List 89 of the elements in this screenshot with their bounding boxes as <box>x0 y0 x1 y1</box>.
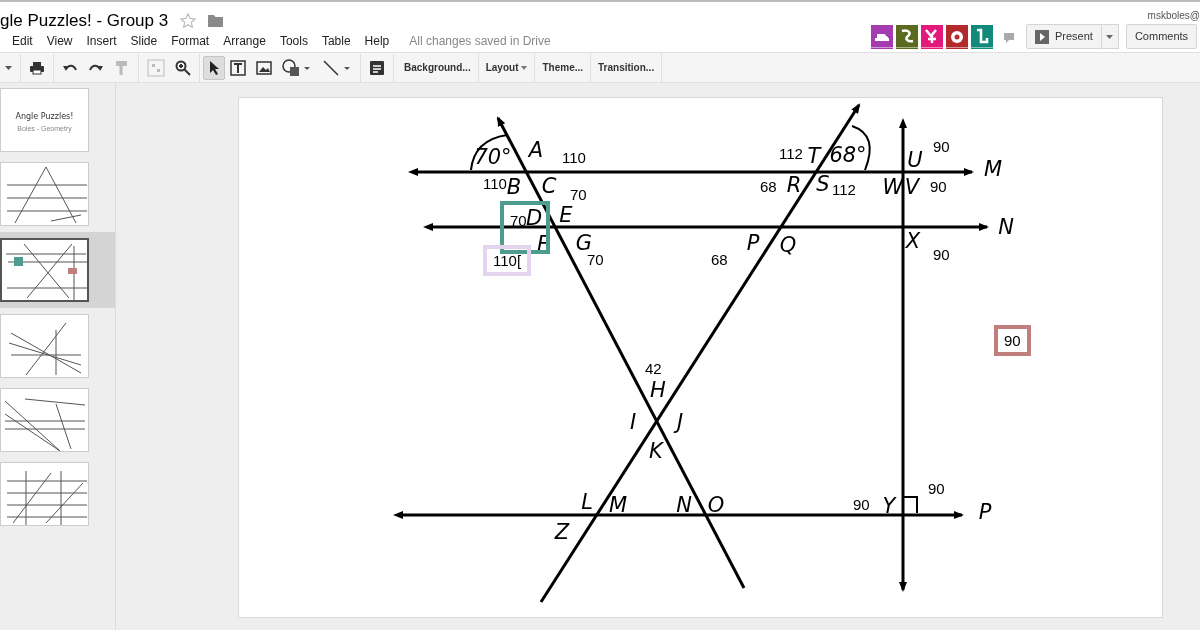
present-menu-button[interactable] <box>1101 24 1119 49</box>
menu-item[interactable]: Tools <box>279 32 308 50</box>
menu-item[interactable]: Help <box>364 32 390 50</box>
folder-icon[interactable] <box>208 14 224 28</box>
menu-item[interactable]: Insert <box>86 32 117 50</box>
handwritten-label: R <box>786 174 802 196</box>
menu-item[interactable]: Slide <box>130 32 158 50</box>
paint-roller-icon <box>114 59 130 76</box>
handwritten-label: X <box>905 230 921 252</box>
angle-value: 90 <box>933 139 950 154</box>
angle-value: 112 <box>779 146 803 161</box>
angle-value: 90 <box>928 481 945 496</box>
menu-item[interactable]: Table <box>321 32 351 50</box>
slide-thumbnail[interactable] <box>0 238 89 302</box>
toolbar-menu-button[interactable]: Background... <box>397 53 479 82</box>
angle-value: 112 <box>832 182 856 197</box>
present-button[interactable]: Present <box>1026 24 1102 49</box>
angle-value: 70 <box>587 252 604 267</box>
select-frame-icon <box>147 58 165 77</box>
handwritten-label: I <box>629 411 637 433</box>
menu-item[interactable]: Arrange <box>223 32 266 50</box>
handwritten-label: M <box>608 494 628 516</box>
add-on-icon[interactable] <box>946 24 968 49</box>
handwritten-label: E <box>559 204 573 226</box>
handwritten-label: Q <box>779 234 797 256</box>
angle-value: 68 <box>711 252 728 267</box>
handwritten-label: P <box>978 501 992 523</box>
handwritten-label: U <box>907 149 923 171</box>
menu-item[interactable]: View <box>46 32 73 50</box>
toolbar-button[interactable] <box>203 55 225 80</box>
handwritten-label: N <box>676 494 692 516</box>
angle-value: 70 <box>570 187 587 202</box>
pointer-icon <box>208 59 220 76</box>
menu-item[interactable]: Format <box>171 32 210 50</box>
add-on-icon[interactable] <box>896 24 918 49</box>
handwritten-label: A <box>528 139 544 161</box>
handwritten-label: G <box>575 232 593 254</box>
handwritten-label: P <box>746 232 760 254</box>
star-icon[interactable] <box>180 13 197 29</box>
user-email[interactable]: mskboles@ <box>1147 8 1200 23</box>
angle-value: 110 <box>562 150 586 165</box>
handwritten-label: Y <box>882 495 896 517</box>
handwritten-label: O <box>707 494 725 516</box>
handwritten-label: C <box>541 175 557 197</box>
handwritten-label: 68° <box>829 144 867 166</box>
handwritten-label: N <box>998 216 1014 238</box>
angle-value: 90 <box>930 179 947 194</box>
notes-icon <box>369 59 385 76</box>
thumbnail-title: Angle Puzzles! <box>14 111 75 123</box>
angle-value: 110 <box>483 176 507 191</box>
handwritten-label: T <box>807 145 821 167</box>
shapes-icon <box>282 58 312 77</box>
toolbar-menu-button[interactable]: Layout <box>478 53 536 82</box>
print-icon <box>29 59 45 76</box>
handwritten-label: B <box>506 176 522 198</box>
add-on-icon[interactable] <box>871 24 893 49</box>
toolbar-menu-button[interactable]: Theme... <box>535 53 592 82</box>
add-on-icon[interactable] <box>921 24 943 49</box>
text-box-icon <box>230 59 246 76</box>
angle-value-box: 90 <box>994 325 1031 356</box>
add-on-icon[interactable] <box>971 24 993 49</box>
play-icon <box>1035 29 1049 44</box>
handwritten-label: L <box>581 491 593 513</box>
handwritten-label: Z <box>554 521 570 543</box>
document-title[interactable]: gle Puzzles! - Group 3 <box>0 8 169 34</box>
angle-value: 90 <box>853 497 870 512</box>
handwritten-label: W <box>882 176 904 198</box>
handwritten-label: V <box>904 176 920 198</box>
zoom-icon <box>175 59 191 76</box>
angle-value: 70 <box>510 213 527 228</box>
save-status: All changes saved in Drive <box>409 33 551 50</box>
highlight-box[interactable] <box>500 201 550 254</box>
caret-icon <box>5 65 12 70</box>
angle-value-box: 110[ <box>483 245 532 276</box>
handwritten-label: M <box>983 158 1003 180</box>
angle-value: 42 <box>645 361 662 376</box>
handwritten-label: K <box>649 440 663 462</box>
toolbar-menu-button[interactable]: Transition... <box>591 53 663 82</box>
angle-value: 68 <box>760 179 777 194</box>
angle-value: 90 <box>933 247 950 262</box>
handwritten-label: D <box>525 207 543 229</box>
line-tool-icon <box>322 58 352 77</box>
handwritten-label: H <box>650 379 666 401</box>
menu-item[interactable]: Edit <box>12 32 33 50</box>
handwritten-label: 70° <box>474 146 512 168</box>
image-icon <box>256 59 272 76</box>
handwritten-label: S <box>816 173 830 195</box>
comments-button[interactable]: Comments <box>1125 24 1198 49</box>
caret-icon <box>1106 34 1114 39</box>
